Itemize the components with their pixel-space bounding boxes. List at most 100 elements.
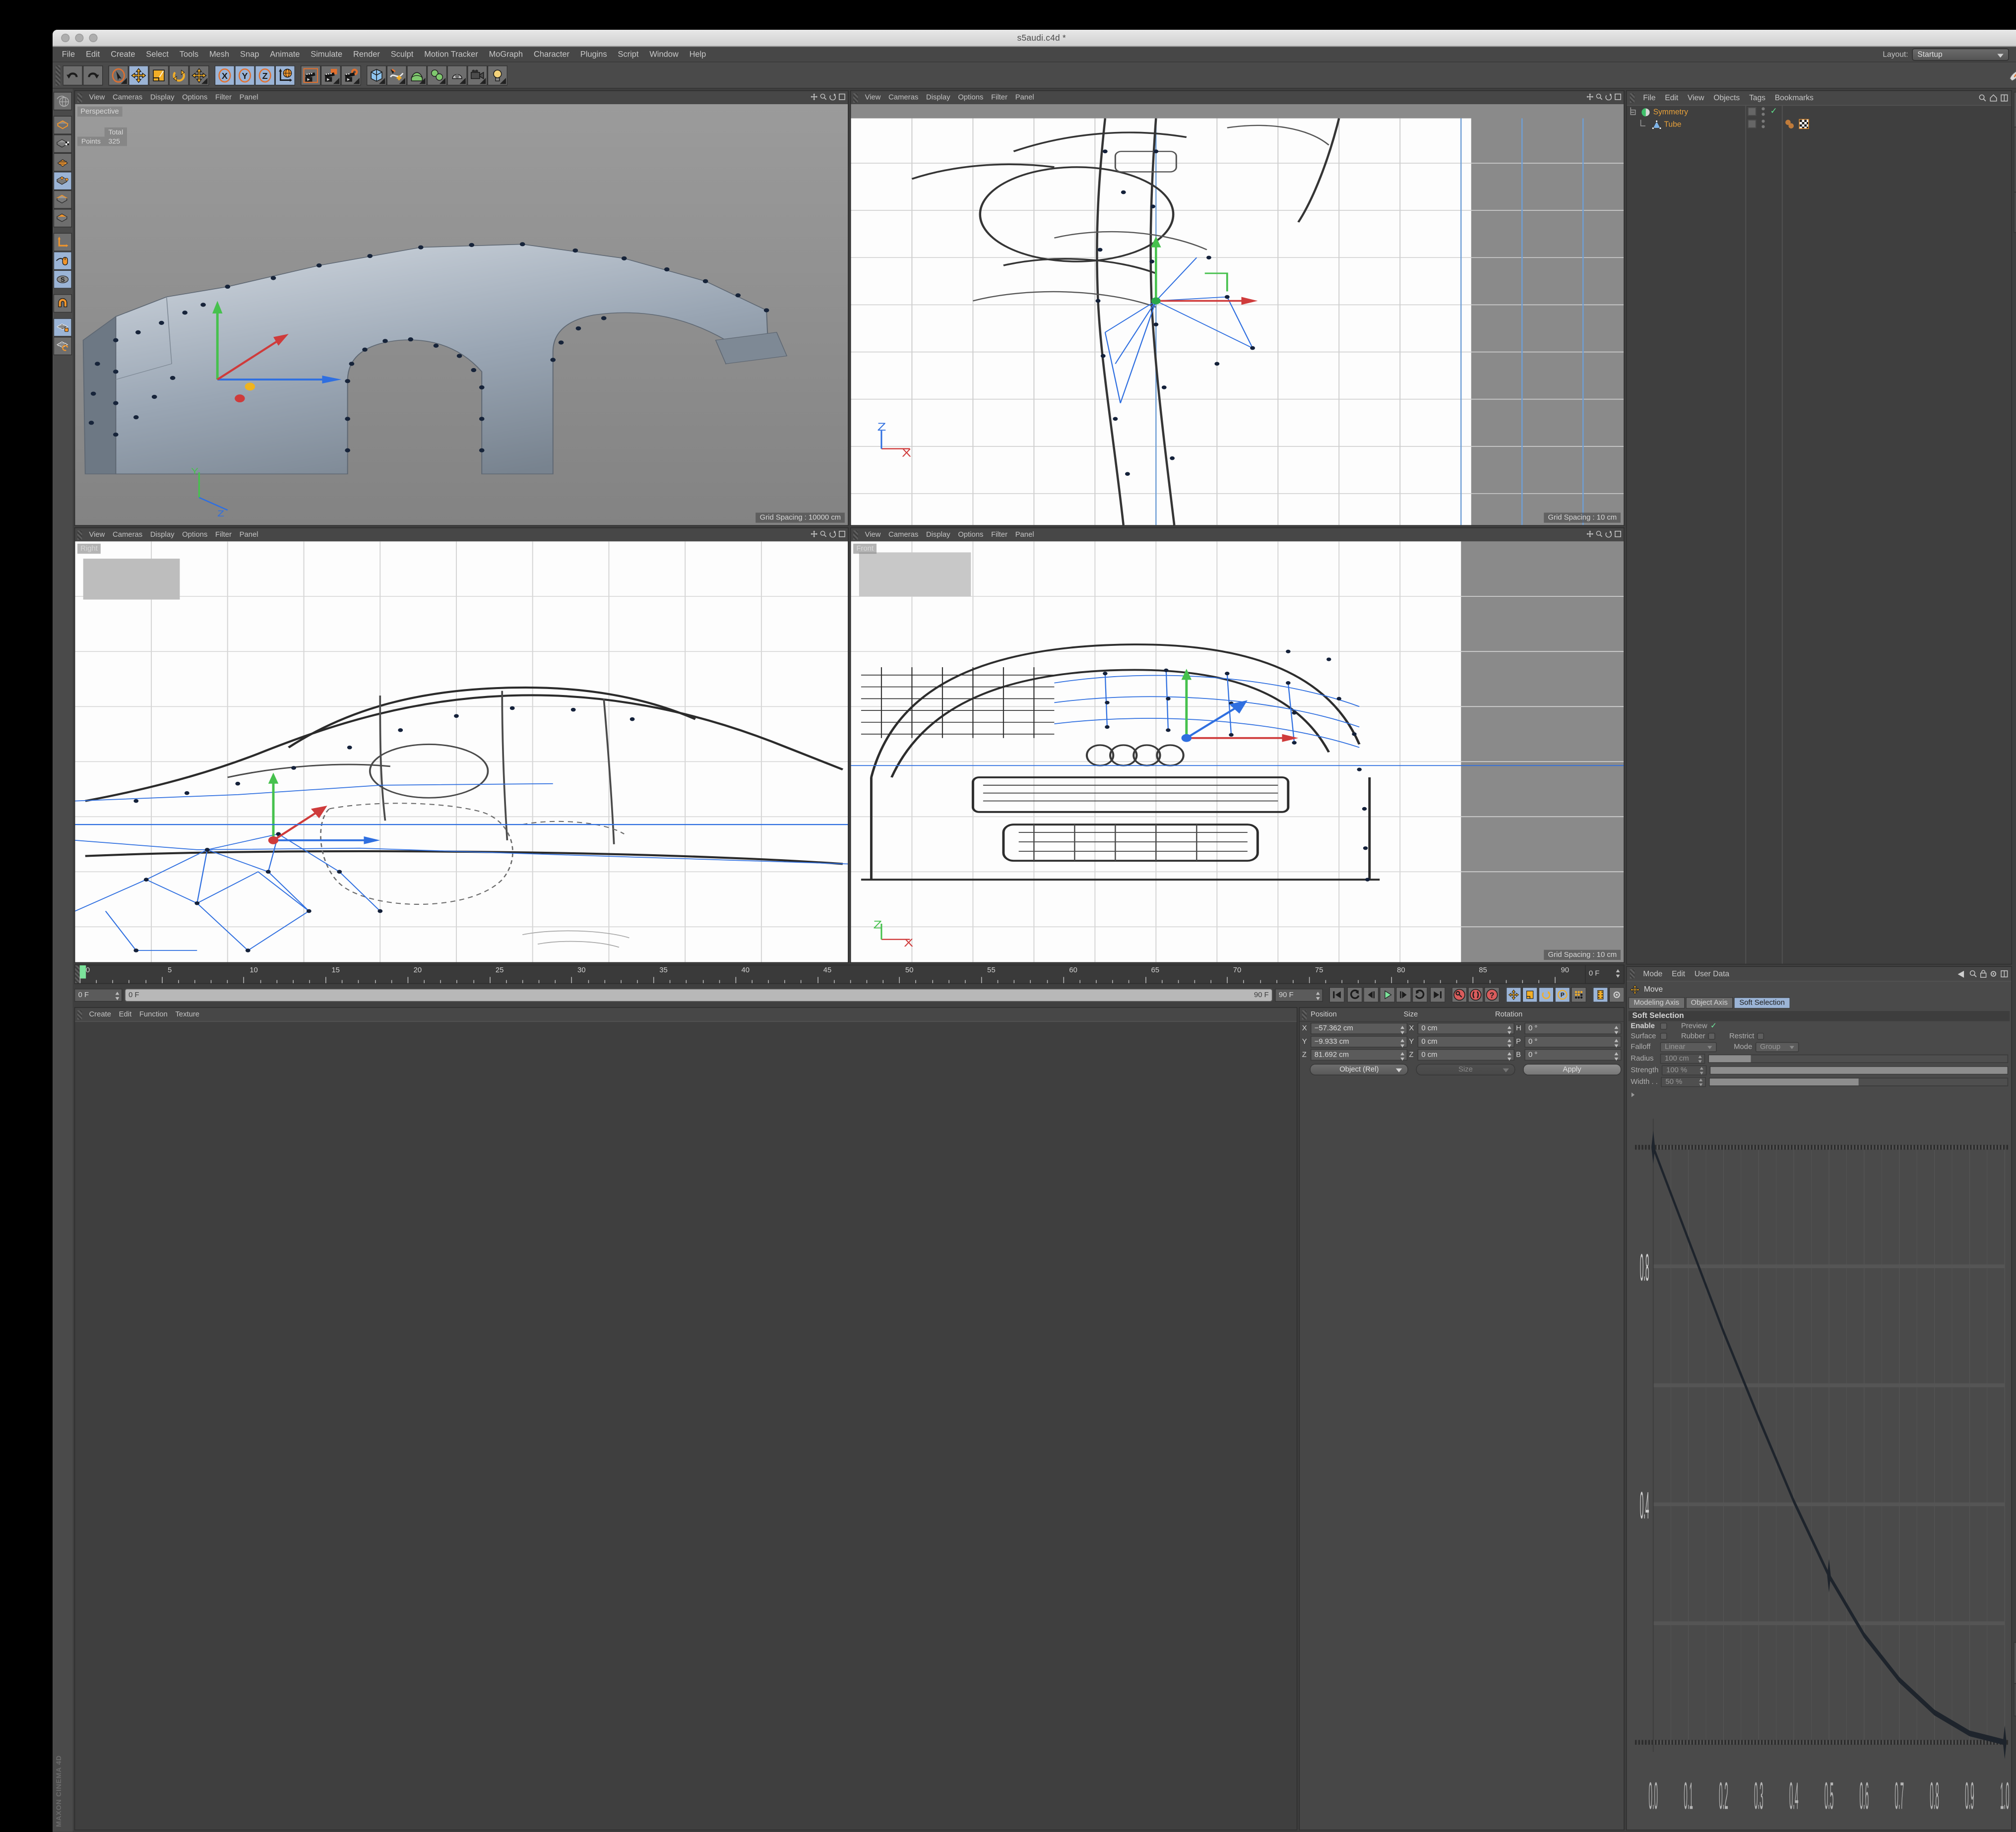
spinner-icon[interactable] [1699,1078,1703,1086]
viewport-perspective[interactable]: View Cameras Display Options Filter Pane… [74,90,849,526]
rotate-view-icon[interactable] [829,530,836,538]
position-x-field[interactable]: −57.362 cm [1310,1022,1408,1034]
om-menu-objects[interactable]: Objects [1709,94,1745,102]
back-arrow-icon[interactable] [1957,970,1966,978]
search-icon[interactable] [1969,970,1977,978]
menu-item-select[interactable]: Select [140,47,174,62]
lock-icon[interactable] [1980,970,1987,978]
menu-item-motion-tracker[interactable]: Motion Tracker [419,47,483,62]
animation-mode-button[interactable] [1592,987,1608,1003]
keyframe-selection-button[interactable]: ? [1484,987,1500,1003]
object-name-symmetry[interactable]: Symmetry [1653,108,1688,116]
model-mode-button[interactable] [53,134,72,153]
add-deformer-button[interactable] [427,65,447,85]
zoom-view-icon[interactable] [1596,530,1603,537]
vp2-menu-view[interactable]: View [861,93,885,102]
restrict-checkbox[interactable] [1757,1032,1764,1040]
coordinates-grip[interactable] [1302,1010,1307,1019]
maximize-view-icon[interactable] [1614,93,1621,100]
play-button[interactable] [1380,987,1395,1003]
viewport-grip[interactable] [853,530,858,540]
viewport-top-canvas[interactable]: Z X Grid Spacing : 10 cm [851,104,1624,525]
go-to-end-button[interactable] [1430,987,1446,1003]
width-slider[interactable] [1708,1077,2009,1086]
om-menu-tags[interactable]: Tags [1745,94,1770,102]
texture-mode-button[interactable] [53,153,72,172]
right-tab-content-browser[interactable]: Content Browser [2014,126,2016,193]
spinner-icon[interactable] [1700,1067,1703,1075]
vp4-menu-panel[interactable]: Panel [1011,530,1038,539]
render-region-button[interactable] [320,65,341,85]
vp2-menu-panel[interactable]: Panel [1011,93,1038,102]
falloff-curve-graph[interactable]: 0.0 0.1 0.2 0.3 0.4 0.5 0.6 0.7 0.8 0.9 1.0 0.4 0.8 [1628,1090,2010,1828]
viewport-front[interactable]: View Cameras Display Options Filter Pane… [850,527,1625,963]
vp1-menu-options[interactable]: Options [178,93,211,102]
object-name-tube[interactable]: Tube [1664,120,1681,128]
dynamic-place-tool-button[interactable] [189,65,209,85]
zoom-view-icon[interactable] [820,530,827,537]
gear-icon[interactable] [1990,970,1998,978]
vp4-menu-options[interactable]: Options [954,530,987,539]
zoom-view-icon[interactable] [1596,93,1603,100]
key-pla-button[interactable] [1571,987,1587,1003]
vp3-menu-display[interactable]: Display [146,530,178,539]
menu-item-simulate[interactable]: Simulate [305,47,348,62]
add-camera-button[interactable] [467,65,488,85]
maximize-view-icon[interactable] [838,93,845,100]
timeline-range-scrollbar[interactable]: 0 F 90 F [125,988,1273,1002]
add-environment-button[interactable] [447,65,467,85]
spinner-icon[interactable] [1614,1025,1619,1034]
om-menu-view[interactable]: View [1683,94,1708,102]
material-menu-function[interactable]: Function [135,1011,172,1019]
vp3-menu-cameras[interactable]: Cameras [109,530,146,539]
vp1-menu-cameras[interactable]: Cameras [109,93,146,102]
spinner-icon[interactable] [1614,1039,1619,1048]
right-tab-attributes[interactable]: Attributes [2014,1642,2016,1685]
vp1-menu-filter[interactable]: Filter [211,93,236,102]
lock-y-axis-button[interactable]: Y [235,65,255,85]
om-menu-bookmarks[interactable]: Bookmarks [1770,94,1818,102]
workplane-toggle-button[interactable] [53,336,72,356]
add-cube-button[interactable] [366,65,387,85]
rotate-tool-button[interactable] [169,65,189,85]
spinner-icon[interactable] [1616,969,1620,978]
coordinate-mode-select[interactable]: Object (Rel) [1310,1064,1409,1075]
magnet-tool-button[interactable] [53,294,72,313]
undo-button[interactable] [63,65,83,85]
menu-item-sculpt[interactable]: Sculpt [385,47,419,62]
radius-slider[interactable] [1708,1054,2009,1063]
move-view-icon[interactable] [1586,93,1594,101]
viewport-front-canvas[interactable]: Z X Front Grid Spacing : 10 cm [851,541,1624,962]
layout-icon[interactable] [2001,94,2009,102]
apply-button[interactable]: Apply [1522,1064,1622,1075]
menu-item-window[interactable]: Window [644,47,684,62]
menu-item-help[interactable]: Help [684,47,712,62]
layout-select[interactable]: Startup [1912,48,2009,61]
size-z-field[interactable]: 0 cm [1417,1049,1514,1061]
material-menu-edit[interactable]: Edit [115,1011,135,1019]
expand-toggle-icon[interactable] [1629,107,1638,117]
object-visibility-swatch[interactable] [1748,120,1757,128]
attr-menu-mode[interactable]: Mode [1638,970,1667,978]
toolbar-grip[interactable] [56,65,61,85]
tab-object-axis[interactable]: Object Axis [1685,997,1733,1009]
timeline-ruler[interactable]: 0 5 10 15 20 25 30 35 40 45 50 55 60 65 70 75 80 85 90 0 F [74,964,1625,984]
edge-mode-button[interactable] [53,190,72,209]
om-menu-file[interactable]: File [1638,94,1660,102]
polygon-mode-button[interactable] [53,208,72,228]
vp2-menu-filter[interactable]: Filter [987,93,1011,102]
timeline-end-field[interactable]: 0 F [1585,965,1624,983]
viewport-grip[interactable] [853,93,858,103]
soft-selection-button[interactable]: S [53,270,72,289]
vp1-menu-panel[interactable]: Panel [236,93,262,102]
right-tab-layers[interactable]: Layers [2014,1683,2016,1716]
viewport-right[interactable]: View Cameras Display Options Filter Pane… [74,527,849,963]
visible-render-dot[interactable] [1762,113,1765,116]
rubber-checkbox[interactable] [1708,1032,1715,1040]
vp3-menu-filter[interactable]: Filter [211,530,236,539]
right-tab-structure[interactable]: Structure [2014,191,2016,233]
spinner-icon[interactable] [1400,1025,1404,1034]
layout-icon[interactable] [2001,970,2009,978]
scale-tool-button[interactable] [148,65,169,85]
position-y-field[interactable]: −9.933 cm [1310,1036,1408,1048]
